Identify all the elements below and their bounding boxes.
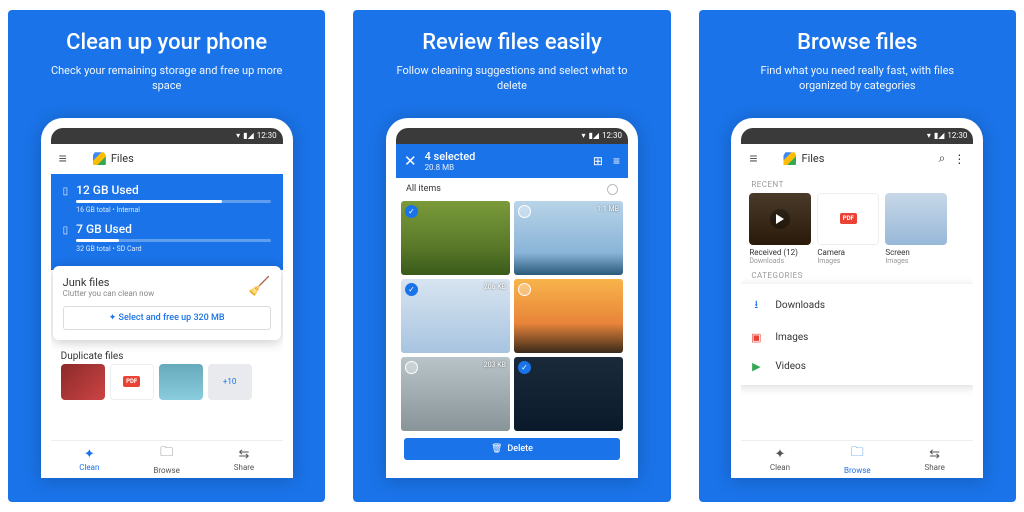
- all-items-row[interactable]: All items: [396, 178, 628, 201]
- checkbox-icon[interactable]: [518, 205, 531, 218]
- browse-icon: 🗀: [851, 443, 864, 465]
- thumb[interactable]: [159, 364, 203, 400]
- menu-icon[interactable]: ≡: [749, 150, 757, 167]
- categories-card: ⭳Downloads ▣Images ▶Videos: [735, 284, 979, 385]
- panel-subtitle: Check your remaining storage and free up…: [22, 63, 311, 94]
- recent-card[interactable]: Screen Images: [885, 193, 947, 265]
- download-icon: ⭳: [749, 296, 763, 315]
- duplicate-section-title: Duplicate files: [51, 344, 283, 364]
- thumb-more[interactable]: +10: [208, 364, 252, 400]
- status-bar: ▾▮◢12:30: [396, 128, 628, 144]
- image-icon: ▣: [749, 331, 763, 344]
- recent-row: Received (12) Downloads PDF Camera Image…: [741, 193, 973, 265]
- checkbox-icon[interactable]: ✓: [405, 283, 418, 296]
- bottom-nav: ✦Clean 🗀Browse ⇆Share: [741, 440, 973, 478]
- junk-title: Junk files: [63, 276, 154, 289]
- panel-subtitle: Follow cleaning suggestions and select w…: [367, 63, 656, 94]
- phone-mockup: ▾▮◢12:30 ≡ Files ⌕ ⋮ RECENT Received (12…: [731, 118, 983, 478]
- recent-card[interactable]: PDF Camera Images: [817, 193, 879, 265]
- bottom-nav: ✦Clean 🗀Browse ⇆Share: [51, 440, 283, 478]
- share-icon: ⇆: [929, 447, 940, 462]
- category-images[interactable]: ▣Images: [735, 323, 979, 352]
- app-title: Files: [801, 152, 824, 165]
- app-title: Files: [111, 152, 134, 165]
- close-icon[interactable]: ✕: [404, 152, 417, 170]
- junk-subtitle: Clutter you can clean now: [63, 289, 154, 298]
- trash-icon: 🗑: [491, 444, 502, 454]
- thumb[interactable]: [61, 364, 105, 400]
- sd-card-icon: ▯: [63, 225, 69, 236]
- nav-clean[interactable]: ✦Clean: [741, 441, 818, 478]
- select-all-icon[interactable]: [607, 184, 618, 195]
- checkbox-icon[interactable]: ✓: [518, 361, 531, 374]
- phone-mockup: ▾▮◢12:30 ≡ Files ▯ 12 GB Used 16 GB tota…: [41, 118, 293, 478]
- grid-item[interactable]: [514, 279, 623, 353]
- nav-share[interactable]: ⇆Share: [205, 441, 282, 478]
- selection-header: ✕ 4 selected 20.8 MB ⊞ ≡: [396, 144, 628, 178]
- panel-title: Review files easily: [367, 30, 656, 55]
- app-bar: ≡ Files ⌕ ⋮: [741, 144, 973, 174]
- recent-card[interactable]: Received (12) Downloads: [749, 193, 811, 265]
- category-downloads[interactable]: ⭳Downloads: [735, 288, 979, 323]
- menu-icon[interactable]: ≡: [59, 150, 67, 167]
- junk-files-card: Junk files Clutter you can clean now 🧹 ✦…: [53, 266, 281, 340]
- sd-storage-used: 7 GB Used: [76, 222, 270, 236]
- files-logo-icon: [783, 152, 796, 165]
- recent-label: RECENT: [741, 174, 973, 193]
- category-videos[interactable]: ▶Videos: [735, 352, 979, 381]
- checkbox-icon[interactable]: ✓: [405, 205, 418, 218]
- grid-item[interactable]: 1.1 MB: [514, 201, 623, 275]
- checkbox-icon[interactable]: [405, 361, 418, 374]
- sd-storage-total: 32 GB total • SD Card: [76, 245, 270, 253]
- panel-title: Clean up your phone: [22, 30, 311, 55]
- grid-item[interactable]: ✓206 KB: [401, 279, 510, 353]
- nav-browse[interactable]: 🗀Browse: [819, 441, 896, 478]
- grid-item[interactable]: ✓: [401, 201, 510, 275]
- free-up-button[interactable]: ✦ Select and free up 320 MB: [63, 306, 271, 330]
- app-bar: ≡ Files: [51, 144, 283, 174]
- phone-mockup: ▾▮◢12:30 ✕ 4 selected 20.8 MB ⊞ ≡ All it…: [386, 118, 638, 478]
- nav-browse[interactable]: 🗀Browse: [128, 441, 205, 478]
- nav-clean[interactable]: ✦Clean: [51, 441, 128, 478]
- categories-label: CATEGORIES: [741, 265, 973, 284]
- status-bar: ▾▮◢12:30: [741, 128, 973, 144]
- checkbox-icon[interactable]: [518, 283, 531, 296]
- panel-clean: Clean up your phone Check your remaining…: [8, 10, 325, 502]
- thumb[interactable]: PDF: [110, 364, 154, 400]
- grid-view-icon[interactable]: ⊞: [593, 154, 603, 168]
- clean-icon: ✦: [84, 447, 95, 462]
- status-bar: ▾▮◢12:30: [51, 128, 283, 144]
- selection-count: 4 selected: [425, 150, 476, 163]
- video-icon: ▶: [749, 360, 763, 373]
- overflow-icon[interactable]: ⋮: [953, 152, 965, 166]
- panel-browse: Browse files Find what you need really f…: [699, 10, 1016, 502]
- delete-button[interactable]: 🗑Delete: [404, 438, 620, 460]
- duplicate-thumbnails: PDF +10: [51, 364, 283, 400]
- internal-storage-used: 12 GB Used: [76, 183, 270, 197]
- browse-icon: 🗀: [160, 443, 173, 465]
- clean-icon: ✦: [775, 447, 786, 462]
- panel-subtitle: Find what you need really fast, with fil…: [713, 63, 1002, 94]
- nav-share[interactable]: ⇆Share: [896, 441, 973, 478]
- selection-size: 20.8 MB: [425, 163, 476, 172]
- share-icon: ⇆: [239, 447, 250, 462]
- sort-icon[interactable]: ≡: [613, 154, 620, 168]
- panel-review: Review files easily Follow cleaning sugg…: [353, 10, 670, 502]
- brush-icon: 🧹: [248, 276, 270, 297]
- file-grid: ✓ 1.1 MB ✓206 KB 203 KB ✓: [396, 201, 628, 431]
- search-icon[interactable]: ⌕: [939, 151, 946, 166]
- storage-summary: ▯ 12 GB Used 16 GB total • Internal ▯ 7 …: [51, 174, 283, 270]
- grid-item[interactable]: 203 KB: [401, 357, 510, 431]
- phone-icon: ▯: [63, 186, 69, 197]
- grid-item[interactable]: ✓: [514, 357, 623, 431]
- files-logo-icon: [93, 152, 106, 165]
- panel-title: Browse files: [713, 30, 1002, 55]
- internal-storage-total: 16 GB total • Internal: [76, 206, 270, 214]
